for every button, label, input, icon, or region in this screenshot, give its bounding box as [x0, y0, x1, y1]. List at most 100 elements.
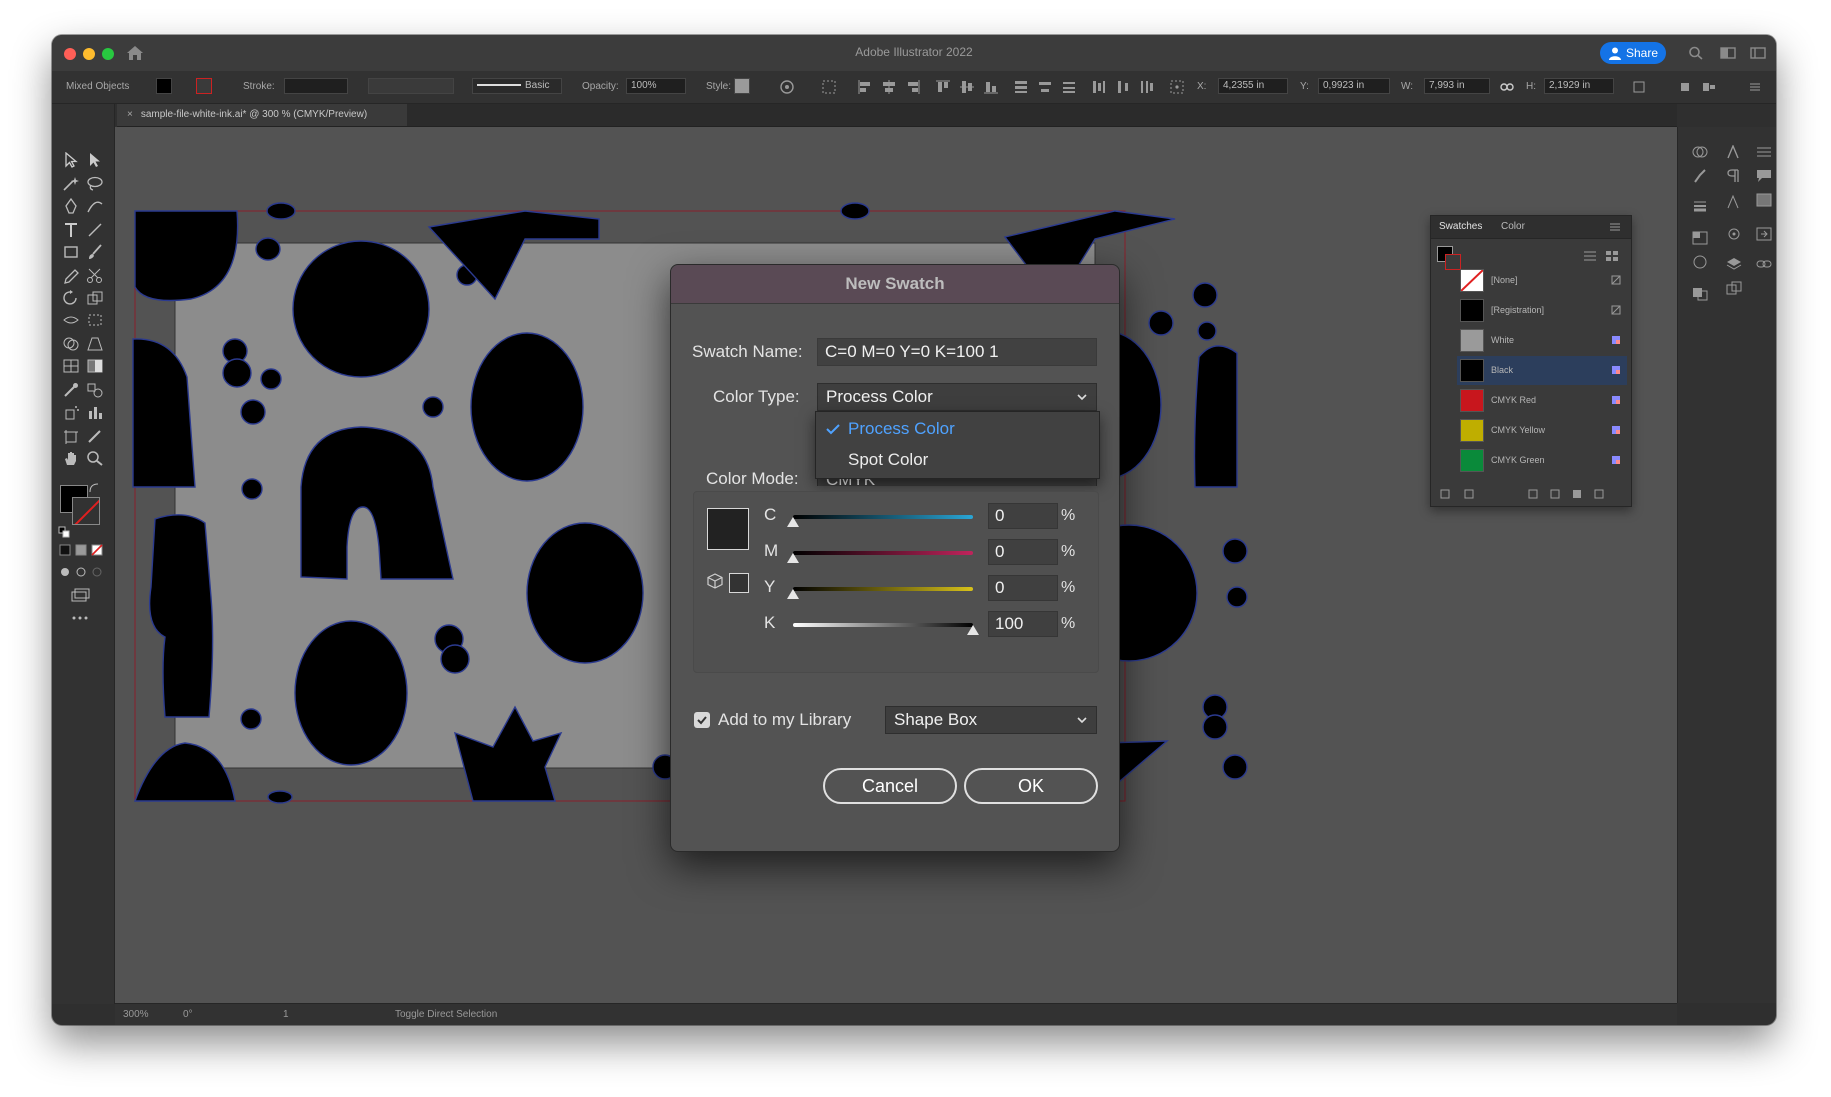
swatch-row[interactable]: [None]	[1457, 266, 1627, 295]
magic-wand-tool-icon[interactable]	[62, 176, 80, 192]
swap-fill-stroke-icon[interactable]	[88, 482, 100, 494]
brush-definition[interactable]: Basic	[472, 78, 562, 94]
panel-menu-icon[interactable]	[1609, 222, 1621, 232]
paragraph-panel-icon[interactable]	[1726, 169, 1742, 183]
rotation-angle[interactable]: 0°	[183, 1009, 193, 1020]
slice-tool-icon[interactable]	[86, 428, 104, 444]
slider-thumb[interactable]	[787, 553, 799, 563]
scissors-tool-icon[interactable]	[86, 268, 104, 284]
align-right-icon[interactable]	[906, 80, 920, 94]
search-icon[interactable]	[1688, 46, 1704, 60]
free-transform-tool-icon[interactable]	[86, 312, 104, 328]
eyedropper-tool-icon[interactable]	[62, 382, 80, 398]
add-to-library-checkbox[interactable]	[694, 712, 710, 728]
swatches-footer-icons[interactable]	[1439, 488, 1619, 500]
arrange-icon[interactable]	[1702, 80, 1716, 94]
line-tool-icon[interactable]	[86, 222, 104, 238]
y-field[interactable]: 0,9923 in	[1318, 78, 1390, 94]
slider-track[interactable]	[793, 515, 973, 519]
swatch-row[interactable]: Black	[1457, 356, 1627, 385]
swatch-row[interactable]: CMYK Green	[1457, 446, 1627, 475]
drawing-modes-icon[interactable]	[58, 566, 106, 578]
opacity-field[interactable]: 100%	[626, 78, 686, 94]
slider-track[interactable]	[793, 587, 973, 591]
arrange-documents-icon[interactable]	[1720, 46, 1736, 60]
slider-track[interactable]	[793, 623, 973, 627]
gradient-tool-icon[interactable]	[86, 358, 104, 374]
close-tab-icon[interactable]: ×	[127, 109, 133, 120]
tab-swatches[interactable]: Swatches	[1439, 221, 1482, 232]
distribute-left-icon[interactable]	[1092, 80, 1106, 94]
swatch-row[interactable]: CMYK Red	[1457, 386, 1627, 415]
distribute-center-icon[interactable]	[1038, 80, 1052, 94]
h-field[interactable]: 2,1929 in	[1544, 78, 1614, 94]
pen-tool-icon[interactable]	[62, 198, 80, 214]
stroke-weight-field[interactable]	[284, 78, 348, 94]
align-left-icon[interactable]	[858, 80, 872, 94]
rotate-tool-icon[interactable]	[62, 290, 80, 306]
column-graph-tool-icon[interactable]	[86, 404, 104, 420]
hand-tool-icon[interactable]	[62, 450, 80, 466]
transform-icon[interactable]	[1632, 80, 1646, 94]
slider-value-input[interactable]: 0	[988, 539, 1058, 565]
transparency-panel-icon[interactable]	[1692, 231, 1708, 245]
edit-toolbar-icon[interactable]	[70, 614, 90, 622]
slider-thumb[interactable]	[967, 625, 979, 635]
default-fill-stroke-icon[interactable]	[58, 526, 70, 538]
slider-value-input[interactable]: 0	[988, 575, 1058, 601]
blend-tool-icon[interactable]	[86, 382, 104, 398]
properties-panel-icon[interactable]	[1726, 227, 1742, 241]
symbol-sprayer-tool-icon[interactable]	[62, 404, 80, 420]
pathfinder-icon[interactable]	[1692, 287, 1708, 301]
slider-track[interactable]	[793, 551, 973, 555]
opentype-panel-icon[interactable]	[1726, 195, 1742, 209]
swatch-row[interactable]: CMYK Yellow	[1457, 416, 1627, 445]
paintbrush-tool-icon[interactable]	[86, 244, 104, 260]
graphic-style-swatch[interactable]	[734, 78, 750, 94]
align-center-icon[interactable]	[882, 80, 896, 94]
list-view-icon[interactable]	[1583, 250, 1597, 262]
slider-value-input[interactable]: 100	[988, 611, 1058, 637]
grid-view-icon[interactable]	[1605, 250, 1619, 262]
distribute-horizontal-icon[interactable]	[1116, 80, 1130, 94]
selection-tool-icon[interactable]	[62, 152, 80, 168]
stroke-panel-icon[interactable]	[1692, 199, 1708, 213]
x-field[interactable]: 4,2355 in	[1218, 78, 1288, 94]
brushes-icon[interactable]	[1692, 169, 1708, 183]
links-panel-icon[interactable]	[1756, 257, 1772, 271]
recolor-icon[interactable]	[780, 80, 794, 94]
direct-selection-tool-icon[interactable]	[86, 152, 104, 168]
workspace-icon[interactable]	[1750, 46, 1766, 60]
isolate-icon[interactable]	[1678, 80, 1692, 94]
comments-icon[interactable]	[1756, 169, 1772, 183]
align-bottom-icon[interactable]	[984, 80, 998, 94]
curvature-tool-icon[interactable]	[86, 198, 104, 214]
ok-button[interactable]: OK	[964, 768, 1098, 804]
cancel-button[interactable]: Cancel	[823, 768, 957, 804]
shape-builder-tool-icon[interactable]	[62, 336, 80, 352]
slider-thumb[interactable]	[787, 589, 799, 599]
out-of-gamut-cube-icon[interactable]	[707, 573, 723, 589]
tab-color[interactable]: Color	[1501, 221, 1525, 232]
color-gradient-none-icon[interactable]	[58, 544, 106, 556]
transform-reference-icon[interactable]	[1170, 80, 1184, 94]
lasso-tool-icon[interactable]	[86, 176, 104, 192]
library-select[interactable]: Shape Box	[885, 706, 1097, 734]
variable-width-profile[interactable]	[368, 78, 454, 94]
screen-mode-icon[interactable]	[70, 588, 90, 602]
share-button[interactable]: Share	[1600, 42, 1666, 64]
panel-menu-icon[interactable]	[1748, 80, 1762, 94]
web-safe-swatch[interactable]	[729, 573, 749, 593]
align-top-icon[interactable]	[936, 80, 950, 94]
swatch-row[interactable]: [Registration]	[1457, 296, 1627, 325]
mesh-tool-icon[interactable]	[62, 358, 80, 374]
type-tool-icon[interactable]	[62, 222, 80, 238]
layers-panel-icon[interactable]	[1726, 257, 1742, 271]
libraries-icon[interactable]	[1692, 145, 1708, 159]
pencil-tool-icon[interactable]	[62, 268, 80, 284]
artboard-number[interactable]: 1	[283, 1009, 289, 1020]
artboards-panel-icon[interactable]	[1726, 281, 1742, 295]
character-panel-icon[interactable]	[1726, 145, 1742, 159]
fill-color-swatch[interactable]	[156, 78, 172, 94]
align-to-icon[interactable]	[822, 80, 836, 94]
